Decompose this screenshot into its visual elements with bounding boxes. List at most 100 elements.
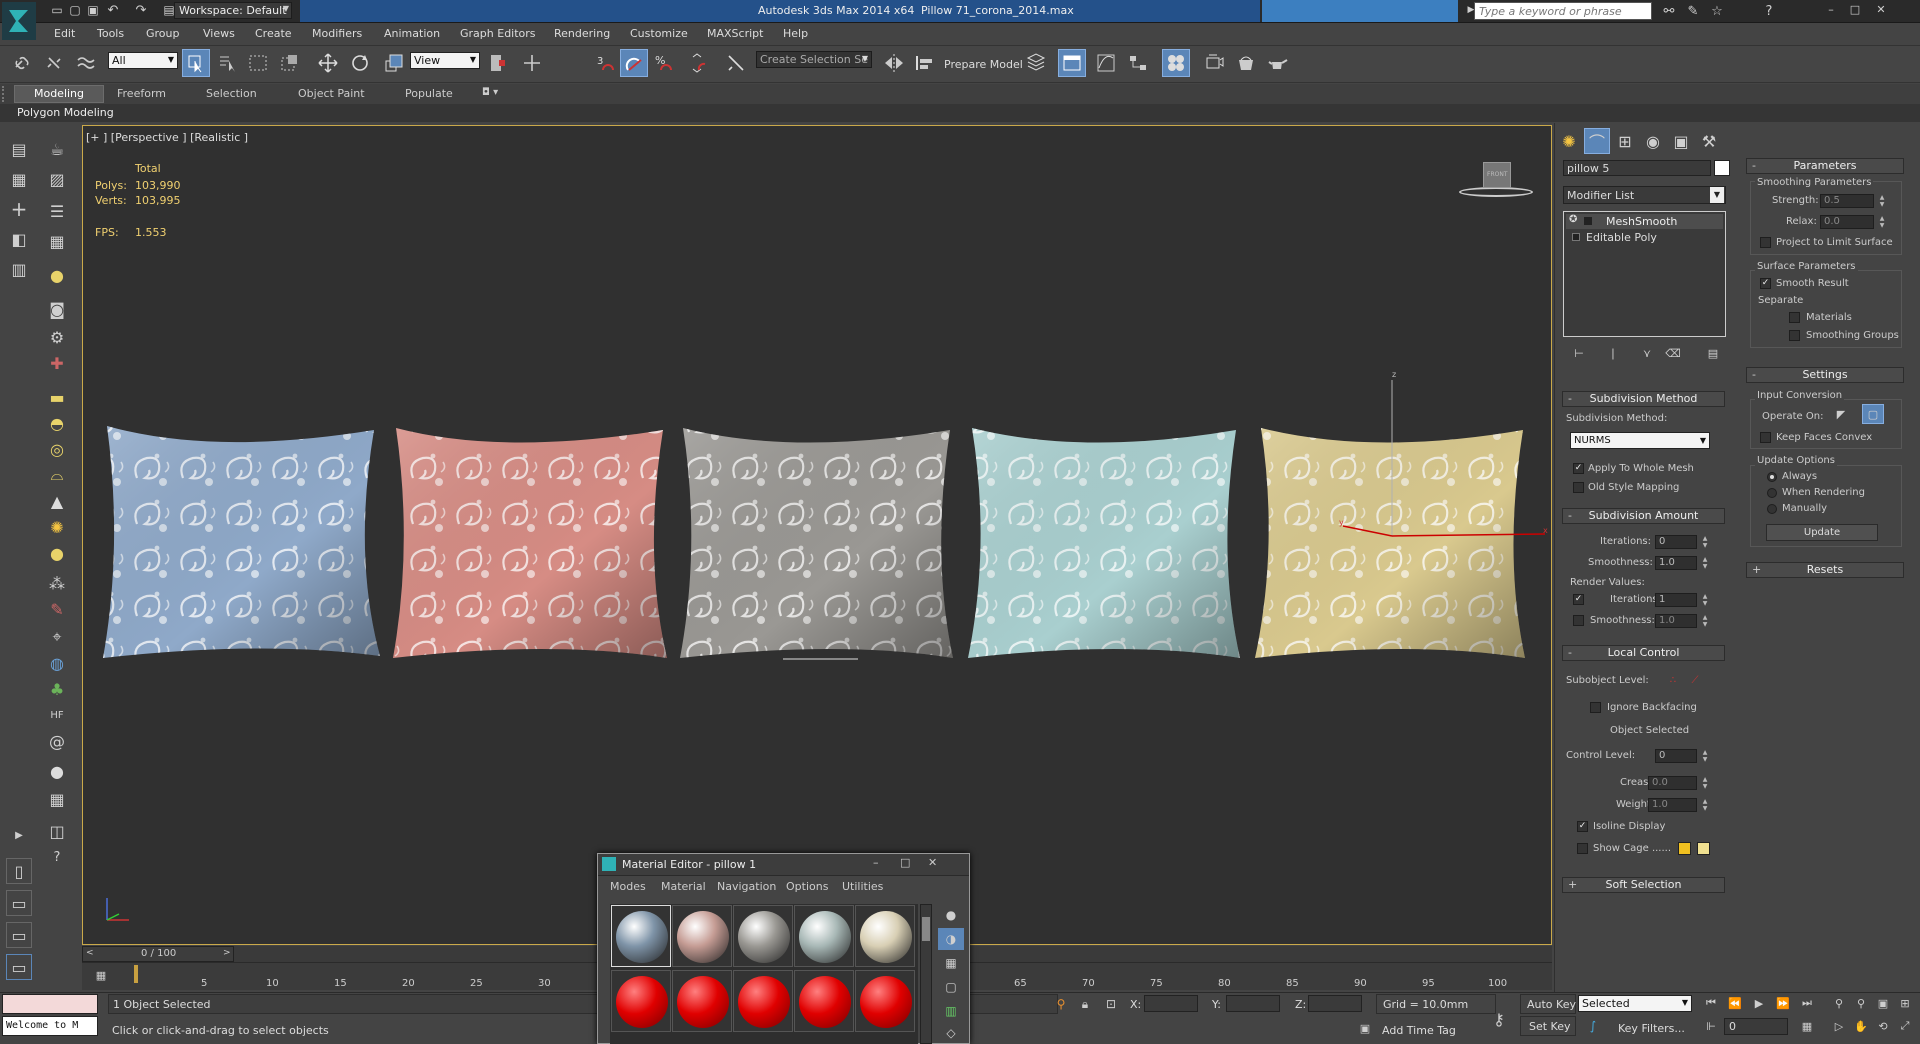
subdivision-method-dropdown[interactable]: NURMS ▼ <box>1570 432 1710 449</box>
update-button[interactable]: Update <box>1766 524 1878 541</box>
weight-input[interactable]: 1.0 <box>1648 798 1697 812</box>
sphere-icon[interactable]: ● <box>44 540 70 566</box>
angle-snap-icon[interactable] <box>620 49 648 77</box>
pivot-center-icon[interactable] <box>484 49 512 77</box>
menu-edit[interactable]: Edit <box>54 27 75 40</box>
local-control-header[interactable]: - Local Control <box>1562 645 1725 661</box>
render-smoothness-checkbox[interactable] <box>1573 615 1584 626</box>
create-icon[interactable]: + <box>6 196 32 222</box>
menu-create[interactable]: Create <box>255 27 292 40</box>
iterations-input[interactable]: 0 <box>1655 535 1697 549</box>
isolate-selection-icon[interactable]: ⚲ <box>1048 993 1074 1015</box>
plane-icon[interactable]: ▬ <box>44 384 70 410</box>
maxscript-listener[interactable]: Welcome to M <box>2 1016 98 1036</box>
material-editor-titlebar[interactable]: Material Editor - pillow 1 – □ ✕ <box>598 854 969 876</box>
isoline-display-checkbox[interactable]: ✓ <box>1577 821 1588 832</box>
smooth-result-checkbox[interactable]: ✓ <box>1760 278 1771 289</box>
when-rendering-radio[interactable] <box>1767 488 1777 498</box>
viewport-layout-4-icon[interactable]: ▭ <box>6 954 32 980</box>
lock-selection-icon[interactable]: 🔒︎ <box>1072 993 1098 1015</box>
time-slider[interactable]: < 0 / 100 > <box>82 946 234 962</box>
maximize-icon[interactable]: □ <box>900 856 910 869</box>
menu-help[interactable]: Help <box>783 27 808 40</box>
menu-views[interactable]: Views <box>203 27 235 40</box>
relax-input[interactable]: 0.0 <box>1820 215 1874 229</box>
hierarchy-tab-icon[interactable]: ⊞ <box>1612 128 1638 154</box>
time-slider-next-icon[interactable]: > <box>223 948 231 958</box>
render-teapot-icon[interactable] <box>1264 49 1292 77</box>
zoom-extents-all-icon[interactable]: ⊞ <box>1892 993 1918 1013</box>
modify-tab-icon[interactable]: ⌒ <box>1584 128 1610 154</box>
control-level-spinner-icon[interactable]: ▲ ▼ <box>1700 749 1710 763</box>
schematic-view-icon[interactable] <box>1124 49 1152 77</box>
pin-stack-icon[interactable]: ⊢ <box>1566 340 1592 366</box>
sample-slot-9[interactable] <box>794 970 854 1032</box>
particles-icon[interactable]: ⁂ <box>44 570 70 596</box>
render-smoothness-spinner-icon[interactable]: ▲ ▼ <box>1700 614 1710 628</box>
hf-icon[interactable]: HF <box>44 702 70 728</box>
backlight-icon[interactable]: ◑ <box>938 928 964 950</box>
utilities-tab-icon[interactable]: ⚒ <box>1696 128 1722 154</box>
percent-snap-icon[interactable]: % <box>650 49 678 77</box>
close-icon[interactable]: ✕ <box>1868 0 1894 18</box>
cage-color-2-swatch[interactable] <box>1697 842 1710 855</box>
keep-faces-convex-checkbox[interactable] <box>1760 432 1771 443</box>
render-iterations-spinner-icon[interactable]: ▲ ▼ <box>1700 593 1710 607</box>
relax-spinner-icon[interactable]: ▲ ▼ <box>1877 215 1887 229</box>
weight-spinner-icon[interactable]: ▲ ▼ <box>1700 798 1710 812</box>
menu-tools[interactable]: Tools <box>97 27 124 40</box>
sample-slot-8[interactable] <box>733 970 793 1032</box>
redo-icon[interactable]: ↷ <box>128 0 154 20</box>
show-end-result-icon[interactable]: ❘ <box>1600 340 1626 366</box>
rotate-icon[interactable] <box>346 49 374 77</box>
edge-level-icon[interactable]: ⟋ <box>1682 667 1708 693</box>
apply-whole-mesh-checkbox[interactable]: ✓ <box>1573 463 1584 474</box>
select-by-name-icon[interactable] <box>214 49 242 77</box>
app-logo[interactable] <box>2 2 36 40</box>
render-sphere-icon[interactable]: ● <box>44 758 70 784</box>
motion-tab-icon[interactable]: ◉ <box>1640 128 1666 154</box>
window-crossing-icon[interactable] <box>276 49 304 77</box>
manually-radio[interactable] <box>1767 504 1777 514</box>
maximize-icon[interactable]: □ <box>1842 0 1868 18</box>
smoothness-spinner-icon[interactable]: ▲ ▼ <box>1700 556 1710 570</box>
operate-on-poly-icon[interactable]: ▢ <box>1862 404 1884 424</box>
tab-modeling[interactable]: Modeling <box>14 85 104 103</box>
sample-slot-7[interactable] <box>672 970 732 1032</box>
sample-slot-6[interactable] <box>611 970 671 1032</box>
video-color-check-icon[interactable]: ▥ <box>938 1000 964 1022</box>
help-icon[interactable]: ? <box>44 844 70 870</box>
frame-field[interactable]: 0 <box>1724 1018 1788 1035</box>
me-menu-material[interactable]: Material <box>661 880 706 893</box>
subdivision-amount-header[interactable]: - Subdivision Amount <box>1562 508 1725 524</box>
goto-start-icon[interactable]: ⏮ <box>1698 993 1724 1013</box>
minimize-icon[interactable]: – <box>1818 0 1844 18</box>
make-unique-icon[interactable]: ⋎ <box>1634 340 1660 366</box>
time-slider-prev-icon[interactable]: < <box>86 948 94 958</box>
rendered-frame-icon[interactable] <box>1232 49 1260 77</box>
object-name-field[interactable]: pillow 5 <box>1563 160 1711 176</box>
list-icon[interactable]: ☰ <box>44 198 70 224</box>
scrollbar-thumb[interactable] <box>922 917 930 941</box>
pillow-1[interactable] <box>103 426 380 658</box>
play-icon[interactable]: ▶ <box>1746 993 1772 1013</box>
plant-icon[interactable]: ♣ <box>44 676 70 702</box>
scale-icon[interactable] <box>380 49 408 77</box>
sun-icon[interactable]: ✺ <box>44 514 70 540</box>
x-coord-field[interactable] <box>1144 995 1198 1012</box>
pillow-4[interactable] <box>968 428 1240 658</box>
remove-modifier-icon[interactable]: ⌫ <box>1660 340 1686 366</box>
menu-group[interactable]: Group <box>146 27 180 40</box>
image-icon[interactable]: ▨ <box>44 166 70 192</box>
prepare-model-label[interactable]: Prepare Model <box>944 58 1023 71</box>
sample-slot-5[interactable] <box>855 905 915 967</box>
viewport-layout-3-icon[interactable]: ▭ <box>6 922 32 948</box>
sample-slot-2[interactable] <box>672 905 732 967</box>
ribbon-panel-label[interactable]: Polygon Modeling <box>17 106 114 119</box>
rect-selection-icon[interactable] <box>244 49 272 77</box>
help-icon[interactable]: ? <box>1756 0 1782 22</box>
set-key-button[interactable]: Set Key <box>1520 1016 1576 1036</box>
operate-on-face-icon[interactable]: ◤ <box>1830 404 1852 424</box>
me-menu-navigation[interactable]: Navigation <box>717 880 776 893</box>
paint-icon[interactable]: ✎ <box>44 596 70 622</box>
